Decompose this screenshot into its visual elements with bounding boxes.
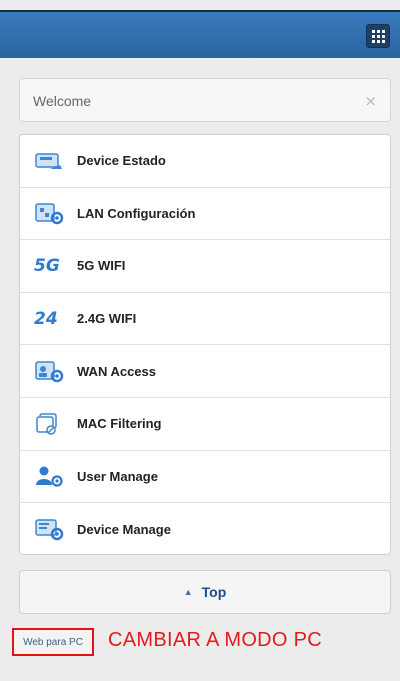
menu-item-24g-wifi[interactable]: 24 2.4G WIFI bbox=[20, 293, 390, 346]
top-button-label: Top bbox=[201, 584, 227, 600]
menu-item-label: 5G WIFI bbox=[77, 258, 126, 274]
top-header-bar bbox=[0, 10, 400, 58]
menu-item-label: WAN Access bbox=[77, 363, 156, 379]
menu-item-label: MAC Filtering bbox=[77, 416, 162, 432]
user-manage-icon bbox=[36, 466, 63, 487]
menu-item-mac-filtering[interactable]: MAC Filtering bbox=[20, 398, 390, 451]
menu-item-label: Device Manage bbox=[77, 521, 171, 537]
menu-item-label: User Manage bbox=[77, 468, 158, 484]
menu-item-label: Device Estado bbox=[77, 153, 166, 169]
up-arrow-icon: ▲ bbox=[183, 587, 193, 597]
menu-item-label: 2.4G WIFI bbox=[77, 311, 137, 327]
annotation-text: CAMBIAR A MODO PC bbox=[108, 629, 323, 651]
main-menu: Device Estado LAN Configuración 5G 5G WI… bbox=[19, 134, 391, 555]
grid-menu-icon[interactable] bbox=[366, 24, 390, 48]
back-to-top-button[interactable]: ▲ Top bbox=[19, 570, 391, 614]
menu-item-5g-wifi[interactable]: 5G 5G WIFI bbox=[20, 240, 390, 293]
welcome-text: Welcome bbox=[33, 93, 92, 109]
wifi-24g-icon: 24 bbox=[34, 307, 64, 331]
mac-filter-icon bbox=[36, 413, 57, 435]
close-icon[interactable]: × bbox=[364, 92, 377, 110]
wan-access-icon bbox=[35, 361, 64, 383]
menu-item-lan-configuracion[interactable]: LAN Configuración bbox=[20, 188, 390, 241]
menu-item-device-estado[interactable]: Device Estado bbox=[20, 135, 390, 188]
menu-item-device-manage[interactable]: Device Manage bbox=[20, 503, 390, 554]
welcome-banner: Welcome × bbox=[19, 78, 391, 122]
menu-item-wan-access[interactable]: WAN Access bbox=[20, 345, 390, 398]
device-status-icon bbox=[35, 153, 62, 169]
wifi-5g-icon-text: 5G bbox=[34, 255, 60, 276]
lan-config-icon bbox=[35, 203, 64, 225]
wifi-5g-icon: 5G bbox=[34, 254, 64, 278]
device-manage-icon bbox=[35, 519, 64, 541]
web-para-pc-link[interactable]: Web para PC bbox=[12, 628, 94, 656]
menu-item-user-manage[interactable]: User Manage bbox=[20, 451, 390, 504]
wifi-24g-icon-text: 24 bbox=[34, 308, 58, 329]
menu-item-label: LAN Configuración bbox=[77, 205, 196, 221]
